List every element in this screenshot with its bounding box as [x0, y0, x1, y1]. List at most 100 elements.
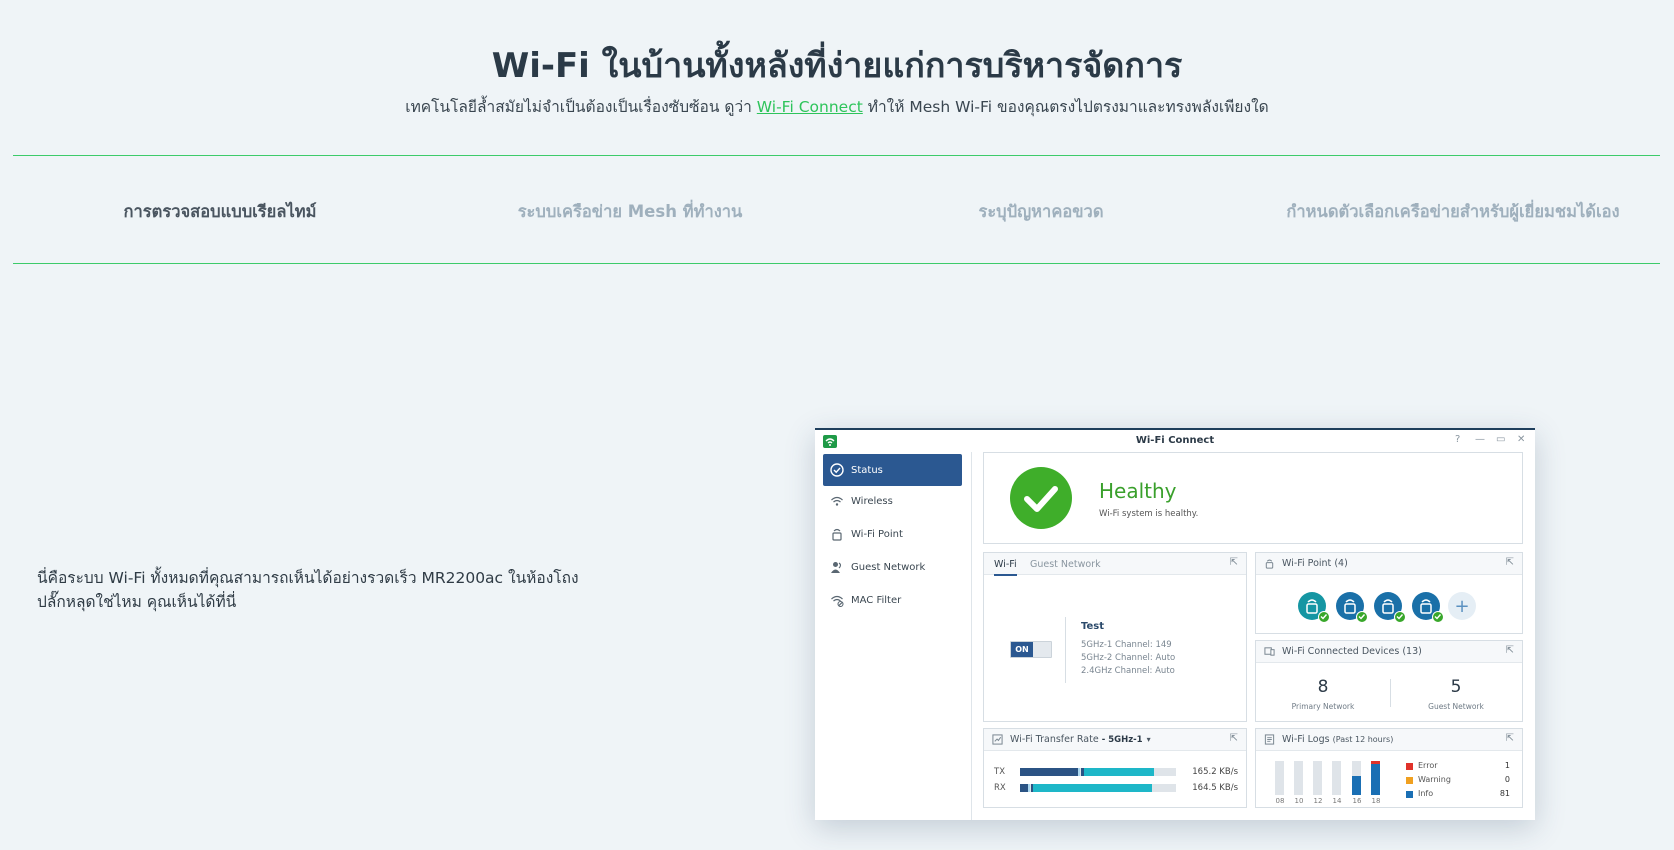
devices-icon [1264, 646, 1276, 658]
primary-network-count: 8 [1317, 677, 1329, 697]
log-hour-label: 16 [1352, 797, 1362, 805]
online-check-icon [1394, 611, 1406, 623]
minimize-icon[interactable]: — [1475, 434, 1485, 445]
wireless-icon [829, 493, 845, 509]
connected-devices-count: (13) [1402, 646, 1422, 657]
wifi-logs-header: Wi-Fi Logs (Past 12 hours) ⇱ [1256, 729, 1522, 751]
log-hour-label: 14 [1332, 797, 1342, 805]
tab-mesh-network[interactable]: ระบบเครือข่าย Mesh ที่ทำงาน [518, 199, 743, 225]
wifi-point-count: (4) [1334, 558, 1348, 569]
ssid-name: Test [1081, 621, 1105, 632]
expand-icon[interactable]: ⇱ [1230, 733, 1238, 744]
channel-2-4ghz: 2.4GHz Channel: Auto [1081, 666, 1175, 676]
divider [1390, 679, 1391, 707]
band-select[interactable]: - 5GHz-1 [1102, 735, 1143, 745]
transfer-rate-panel: Wi-Fi Transfer Rate - 5GHz-1 ▾ ⇱ TX 165.2… [983, 728, 1247, 808]
primary-network-label: Primary Network [1291, 702, 1355, 711]
tab-bottleneck[interactable]: ระบุปัญหาคอขวด [978, 199, 1103, 225]
tx-label: TX [994, 767, 1006, 777]
hero-subtitle: เทคโนโลยีล้ำสมัยไม่จำเป็นต้องเป็นเรื่องซ… [0, 94, 1674, 119]
wifi-connect-link[interactable]: Wi-Fi Connect [757, 98, 863, 116]
log-bar [1352, 761, 1361, 795]
sidebar-item-wireless[interactable]: Wireless [823, 485, 962, 517]
log-hour-label: 08 [1275, 797, 1285, 805]
close-icon[interactable]: ✕ [1517, 434, 1525, 445]
wifi-panel-header: Wi-Fi Guest Network ⇱ [984, 553, 1246, 576]
wifi-point-header: Wi-Fi Point (4) ⇱ [1256, 553, 1522, 575]
log-bar [1371, 761, 1380, 795]
channel-5ghz-2: 5GHz-2 Channel: Auto [1081, 653, 1176, 663]
sidebar-item-mac-filter[interactable]: MAC Filter [823, 584, 962, 616]
log-bar [1332, 761, 1341, 795]
sidebar-item-label: Guest Network [851, 561, 926, 573]
expand-icon[interactable]: ⇱ [1230, 557, 1238, 568]
sidebar-item-status[interactable]: Status [823, 454, 962, 486]
tab-wifi[interactable]: Wi-Fi [994, 559, 1017, 576]
wifi-logs-range: (Past 12 hours) [1332, 735, 1394, 744]
expand-icon[interactable]: ⇱ [1506, 645, 1514, 656]
tab-realtime-monitoring[interactable]: การตรวจสอบแบบเรียลไทม์ [124, 199, 317, 225]
sidebar-item-wifi-point[interactable]: Wi-Fi Point [823, 518, 962, 550]
transfer-rate-title: Wi-Fi Transfer Rate [1010, 734, 1099, 745]
mac-filter-icon [829, 592, 845, 608]
sidebar-item-guest-network[interactable]: Guest Network [823, 551, 962, 583]
tab-guest-options[interactable]: กำหนดตัวเลือกเครือข่ายสำหรับผู้เยี่ยมชมไ… [1286, 199, 1619, 225]
warning-label: Warning [1418, 775, 1451, 784]
online-check-icon [1432, 611, 1444, 623]
sidebar-item-label: Wireless [851, 495, 893, 507]
wifi-logs-panel: Wi-Fi Logs (Past 12 hours) ⇱ 08 10 12 14… [1255, 728, 1523, 808]
sidebar: Status Wireless Wi-Fi Point Guest Networ… [815, 452, 972, 820]
connected-devices-header: Wi-Fi Connected Devices (13) ⇱ [1256, 641, 1522, 663]
hero-subtitle-text: เทคโนโลยีล้ำสมัยไม่จำเป็นต้องเป็นเรื่องซ… [405, 98, 757, 116]
wifi-point-node[interactable] [1336, 592, 1368, 623]
wifi-point-node[interactable] [1412, 592, 1444, 623]
wifi-point-icon [1264, 558, 1276, 570]
log-bar [1294, 761, 1303, 795]
wifi-point-icon [829, 526, 845, 542]
tab-guest-network[interactable]: Guest Network [1030, 559, 1101, 570]
feature-tabs: การตรวจสอบแบบเรียลไทม์ ระบบเครือข่าย Mes… [13, 155, 1660, 263]
info-swatch [1406, 791, 1413, 798]
sidebar-item-label: MAC Filter [851, 594, 902, 606]
log-hour-label: 18 [1371, 797, 1381, 805]
rx-label: RX [994, 783, 1006, 793]
feature-description: นี่คือระบบ Wi-Fi ทั้งหมดที่คุณสามารถเห็น… [37, 569, 579, 611]
health-status-text: Wi-Fi system is healthy. [1099, 509, 1199, 519]
toggle-label: ON [1011, 642, 1033, 657]
wifi-point-node[interactable] [1374, 592, 1406, 623]
online-check-icon [1356, 611, 1368, 623]
logs-icon [1264, 733, 1276, 746]
online-check-icon [1318, 611, 1330, 623]
connected-devices-title: Wi-Fi Connected Devices [1282, 646, 1400, 657]
sidebar-item-label: Wi-Fi Point [851, 528, 903, 540]
hero-subtitle-text-end: ทำให้ Mesh Wi-Fi ของคุณตรงไปตรงมาและทรงพ… [862, 98, 1269, 116]
log-bar [1275, 761, 1284, 795]
log-bar [1313, 761, 1322, 795]
wifi-connect-window: Wi-Fi Connect ? — ▭ ✕ Status Wireless Wi… [815, 428, 1535, 820]
error-count: 1 [1504, 761, 1510, 770]
health-panel: Healthy Wi-Fi system is healthy. [983, 452, 1523, 544]
chart-icon [992, 733, 1004, 746]
expand-icon[interactable]: ⇱ [1506, 557, 1514, 568]
maximize-icon[interactable]: ▭ [1496, 434, 1505, 445]
log-hour-label: 12 [1313, 797, 1323, 805]
connected-devices-panel: Wi-Fi Connected Devices (13) ⇱ 8 Primary… [1255, 640, 1523, 722]
warning-count: 0 [1504, 775, 1510, 784]
chevron-down-icon[interactable]: ▾ [1147, 735, 1151, 744]
info-label: Info [1418, 789, 1434, 798]
wifi-point-node[interactable] [1298, 592, 1330, 623]
divider [1065, 617, 1066, 683]
sidebar-item-label: Status [851, 464, 883, 476]
guest-network-count: 5 [1450, 677, 1462, 697]
rx-bar [1020, 784, 1176, 792]
log-hour-label: 10 [1294, 797, 1304, 805]
status-icon [829, 462, 845, 478]
guest-network-icon [829, 559, 845, 575]
window-title: Wi-Fi Connect [1135, 435, 1215, 446]
transfer-rate-header: Wi-Fi Transfer Rate - 5GHz-1 ▾ ⇱ [984, 729, 1246, 751]
warning-swatch [1406, 777, 1413, 784]
expand-icon[interactable]: ⇱ [1506, 733, 1514, 744]
add-wifi-point-button[interactable]: + [1448, 592, 1476, 620]
wifi-toggle[interactable]: ON [1010, 641, 1052, 658]
help-icon[interactable]: ? [1455, 434, 1460, 445]
